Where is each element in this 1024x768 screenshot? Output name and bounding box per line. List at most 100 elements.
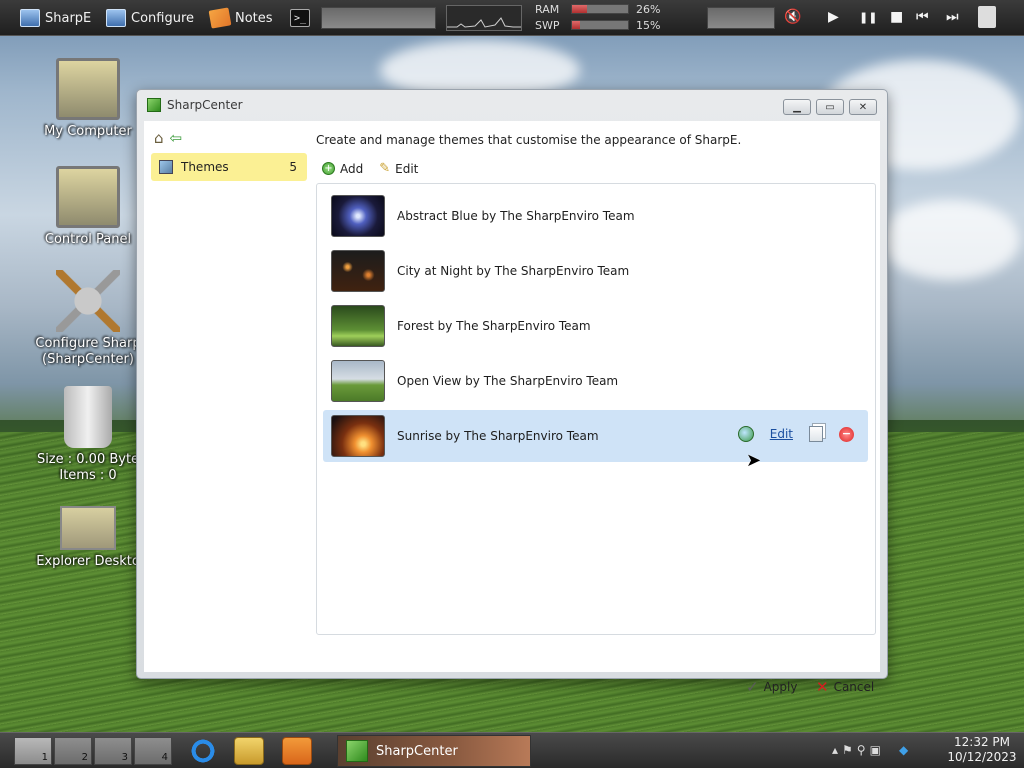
task-sharpcenter[interactable]: SharpCenter (337, 735, 531, 767)
theme-row-open-view[interactable]: Open View by The SharpEnviro Team (323, 355, 868, 407)
swp-meter-fill (572, 21, 581, 29)
maximize-button[interactable]: ▭ (816, 99, 844, 115)
top-panel: SharpE Configure Notes >_ RAM 26% SWP 15… (0, 0, 1024, 36)
player-app-icon[interactable] (978, 6, 996, 28)
notes-icon (208, 7, 232, 29)
cancel-label: Cancel (833, 680, 875, 694)
cancel-x-icon: ✕ (816, 678, 829, 696)
cpu-graph-line (447, 17, 521, 28)
sidebar-item-label: Themes (181, 160, 229, 174)
tray-expand-icon[interactable]: ▴ (832, 743, 838, 757)
command-input[interactable] (321, 7, 436, 29)
media-player-icon[interactable] (282, 737, 312, 765)
desktop-icon-recycle-bin[interactable]: Size : 0.00 Byte Items : 0 (33, 386, 143, 484)
desktop-icon-explorer-desktop[interactable]: Explorer Deskto (33, 506, 143, 570)
theme-row-abstract-blue[interactable]: Abstract Blue by The SharpEnviro Team (323, 190, 868, 242)
apply-label: Apply (763, 680, 798, 694)
nav-icons: ⌂ ⇦ (154, 129, 182, 147)
cpu-graph (446, 5, 522, 31)
desktop-icon-configure-sharpe[interactable]: Configure Sharp (SharpCenter) (33, 270, 143, 368)
desktop-icon-label: Size : 0.00 Byte Items : 0 (36, 452, 140, 483)
mute-icon[interactable]: 🔇 (784, 9, 801, 25)
configure-button[interactable]: Configure (106, 6, 194, 30)
row-actions: Edit − (737, 426, 854, 442)
computer-icon (56, 58, 120, 120)
recycle-bin-icon (64, 386, 112, 448)
minimize-button[interactable]: ▁ (783, 99, 811, 115)
theme-thumbnail (331, 305, 385, 347)
theme-row-forest[interactable]: Forest by The SharpEnviro Team (323, 300, 868, 352)
swp-label: SWP (535, 19, 560, 32)
theme-row-sunrise[interactable]: Sunrise by The SharpEnviro Team Edit − (323, 410, 868, 462)
sharpcenter-cube-icon (346, 740, 368, 762)
workspace-1[interactable]: 1 (14, 737, 52, 765)
page-description: Create and manage themes that customise … (316, 133, 742, 147)
desktop-icon-control-panel[interactable]: Control Panel (33, 166, 143, 248)
theme-thumbnail (331, 195, 385, 237)
themes-toolbar: + Add ✎ Edit (322, 161, 418, 176)
theme-row-city-at-night[interactable]: City at Night by The SharpEnviro Team (323, 245, 868, 297)
task-label: SharpCenter (376, 743, 458, 759)
theme-name: Sunrise by The SharpEnviro Team (397, 429, 599, 443)
themes-icon (159, 160, 173, 174)
flag-icon[interactable]: ⚑ (842, 743, 853, 757)
internet-explorer-icon[interactable] (188, 737, 218, 765)
play-button[interactable]: ▶ (828, 9, 839, 25)
sidebar-item-themes[interactable]: Themes 5 (151, 153, 307, 181)
search-icon[interactable]: ⚲ (857, 743, 866, 757)
clock-time: 12:32 PM (954, 735, 1010, 749)
configure-label: Configure (131, 10, 195, 26)
apply-button[interactable]: ✓ Apply (746, 678, 797, 696)
theme-thumbnail (331, 360, 385, 402)
clock[interactable]: 12:32 PM 10/12/2023 (944, 735, 1020, 765)
swp-meter (571, 20, 629, 30)
previous-button[interactable]: ⏮ (916, 9, 929, 25)
volume-slider[interactable] (707, 7, 775, 29)
sharpe-menu-button[interactable]: SharpE (20, 6, 91, 30)
window-client-area: ⌂ ⇦ Themes 5 Create and manage themes th… (144, 121, 880, 696)
add-label: Add (340, 161, 364, 176)
copy-icon[interactable] (809, 426, 823, 442)
terminal-button[interactable]: >_ (290, 6, 310, 30)
add-theme-button[interactable]: + Add (322, 161, 363, 176)
window-titlebar[interactable]: SharpCenter (137, 90, 887, 120)
notes-button[interactable]: Notes (208, 6, 273, 30)
pause-button[interactable]: ❚❚ (859, 11, 877, 24)
remove-icon[interactable]: − (839, 426, 854, 442)
cancel-button[interactable]: ✕ Cancel (816, 678, 874, 696)
apply-theme-globe-icon[interactable] (737, 426, 754, 442)
desktop-icon-my-computer[interactable]: My Computer (33, 58, 143, 140)
back-arrow-icon[interactable]: ⇦ (170, 129, 183, 147)
cloud-decoration (880, 200, 1020, 280)
clock-date: 10/12/2023 (947, 750, 1017, 764)
dropbox-icon[interactable]: ◆ (899, 743, 908, 757)
workspace-3[interactable]: 3 (94, 737, 132, 765)
row-edit-link[interactable]: Edit (770, 427, 793, 441)
workspace-number: 2 (81, 752, 88, 763)
workspace-4[interactable]: 4 (134, 737, 172, 765)
theme-name: City at Night by The SharpEnviro Team (397, 264, 630, 278)
tools-icon (56, 270, 120, 332)
notes-label: Notes (235, 10, 273, 26)
desktop-icon-label: Configure Sharp (SharpCenter) (35, 336, 141, 367)
workspace-number: 3 (121, 752, 128, 763)
network-icon[interactable]: ▣ (870, 743, 881, 757)
sidebar-item-count: 5 (289, 160, 297, 174)
monitor-icon (106, 9, 126, 27)
folder-icon (60, 506, 116, 550)
edit-theme-button[interactable]: ✎ Edit (379, 161, 418, 176)
desktop-icon-label: My Computer (44, 124, 132, 139)
terminal-icon: >_ (290, 9, 310, 27)
mouse-cursor-icon: ➤ (746, 450, 762, 471)
sharpe-menu-label: SharpE (45, 10, 92, 26)
workspace-2[interactable]: 2 (54, 737, 92, 765)
file-explorer-icon[interactable] (234, 737, 264, 765)
desktop-icon-label: Control Panel (44, 232, 132, 247)
sharpcenter-cube-icon (147, 98, 161, 112)
desktop-icon-label: Explorer Deskto (36, 554, 140, 569)
ram-meter-fill (572, 5, 587, 13)
close-button[interactable]: ✕ (849, 99, 877, 115)
next-button[interactable]: ⏭ (946, 9, 959, 25)
stop-button[interactable]: ■ (890, 9, 903, 25)
home-icon[interactable]: ⌂ (154, 129, 164, 147)
